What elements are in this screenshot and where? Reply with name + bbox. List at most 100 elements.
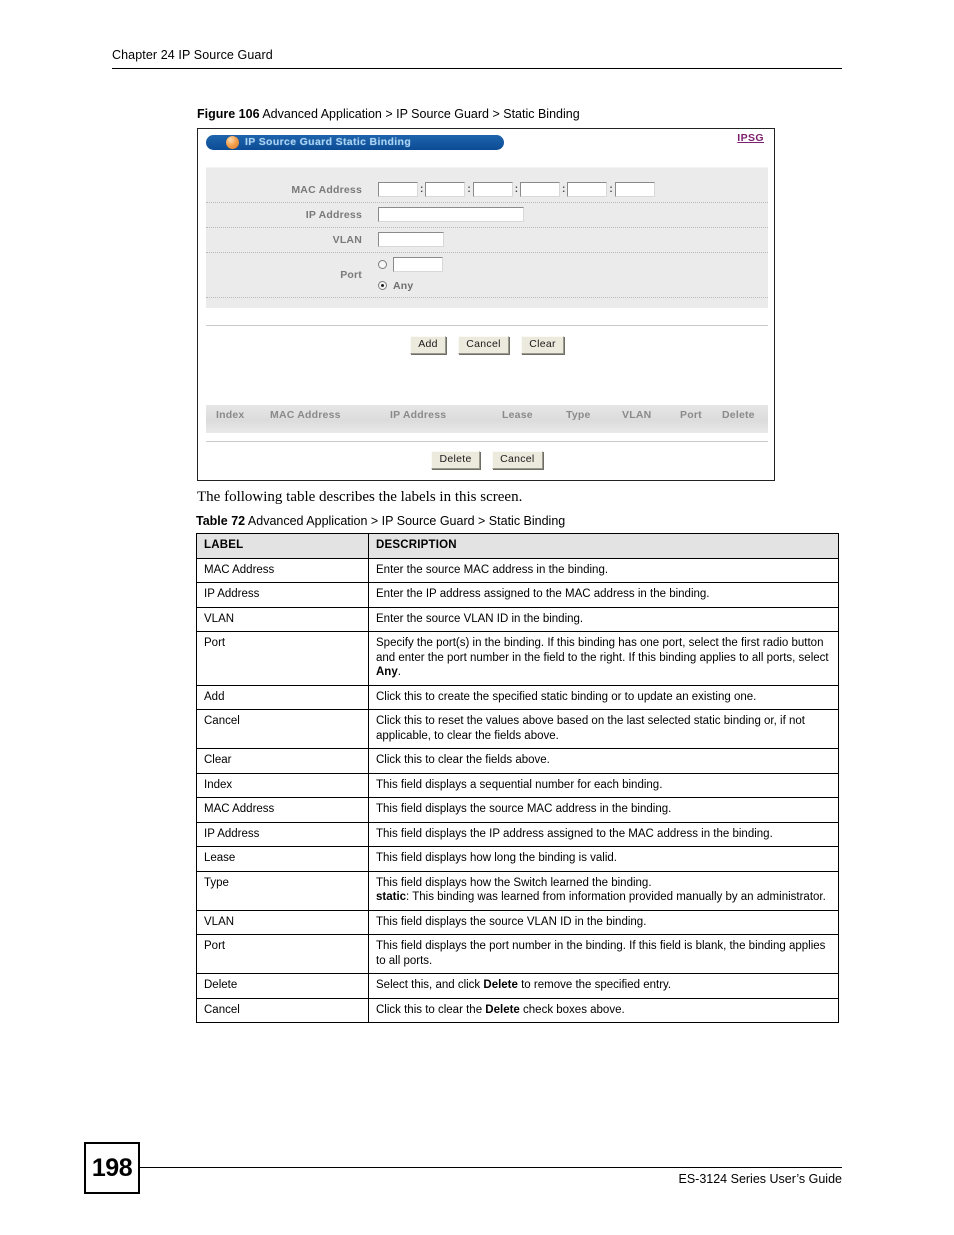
row-description: This field displays the port number in t… — [368, 934, 839, 974]
table-caption-label: Table 72 — [196, 514, 246, 528]
table-row: VLAN This field displays the source VLAN … — [196, 909, 839, 935]
mac-address-inputs: ::::: — [378, 178, 768, 202]
port-any-radio-icon[interactable] — [378, 281, 387, 290]
field-row-port: Port Any — [206, 253, 768, 298]
table-row: MAC Address Enter the source MAC address … — [196, 557, 839, 583]
chapter-title: Chapter 24 IP Source Guard — [112, 48, 273, 62]
row-label: VLAN — [196, 909, 369, 935]
row-label: Port — [196, 934, 369, 974]
port-any-label: Any — [393, 279, 414, 292]
row-description: This field displays a sequential number … — [368, 772, 839, 798]
screen-titlebar: IP Source Guard Static Binding — [206, 135, 504, 150]
table-row: IP Address Enter the IP address assigned … — [196, 582, 839, 608]
row-description: Click this to clear the Delete check box… — [368, 997, 839, 1023]
ipsg-nav-link[interactable]: IPSG — [737, 132, 764, 144]
port-label: Port — [206, 269, 378, 281]
results-cancel-button[interactable]: Cancel — [492, 451, 543, 469]
header-description: DESCRIPTION — [368, 533, 839, 559]
ip-address-input[interactable] — [378, 207, 524, 223]
column-header-type: Type — [566, 408, 591, 421]
footer-divider — [140, 1167, 842, 1168]
port-control: Any — [378, 253, 768, 297]
field-row-mac-address: MAC Address ::::: — [206, 178, 768, 203]
mac-separator-2: : — [467, 184, 471, 196]
mac-octet-3-input[interactable] — [472, 182, 513, 198]
cancel-button[interactable]: Cancel — [458, 336, 509, 354]
row-description: Click this to reset the values above bas… — [368, 709, 839, 749]
clear-button[interactable]: Clear — [521, 336, 564, 354]
row-description: This field displays how the Switch learn… — [368, 870, 839, 911]
row-label: Cancel — [196, 709, 369, 749]
table-row: Type This field displays how the Switch l… — [196, 870, 839, 911]
form-button-bar: Add Cancel Clear — [206, 334, 768, 354]
row-description: Click this to create the specified stati… — [368, 684, 839, 710]
table-row: Cancel Click this to reset the values abo… — [196, 709, 839, 749]
row-label: Index — [196, 772, 369, 798]
mac-octet-5-input[interactable] — [567, 182, 608, 198]
table-header-row: LABEL DESCRIPTION — [196, 533, 839, 559]
table-row: IP Address This field displays the IP add… — [196, 821, 839, 847]
column-header-vlan: VLAN — [622, 408, 652, 421]
page-number: 198 — [84, 1142, 140, 1194]
bindings-table-header: Index MAC Address IP Address Lease Type … — [206, 405, 768, 433]
row-description: Enter the source VLAN ID in the binding. — [368, 606, 839, 632]
mac-octet-1-input[interactable] — [378, 182, 418, 198]
column-header-mac-address: MAC Address — [270, 408, 341, 421]
row-label: Clear — [196, 748, 369, 774]
header-label: LABEL — [196, 533, 369, 559]
delete-button[interactable]: Delete — [431, 451, 480, 469]
row-description: This field displays how long the binding… — [368, 846, 839, 872]
vlan-input[interactable] — [378, 232, 444, 248]
table-row: Add Click this to create the specified st… — [196, 684, 839, 710]
table-row: Port This field displays the port number … — [196, 934, 839, 974]
table-body: MAC Address Enter the source MAC address … — [196, 557, 839, 1023]
row-description: This field displays the IP address assig… — [368, 821, 839, 847]
figure-caption-label: Figure 106 — [197, 107, 260, 121]
row-description: Select this, and click Delete to remove … — [368, 973, 839, 999]
mac-separator-5: : — [609, 184, 613, 196]
mac-octet-2-input[interactable] — [425, 182, 466, 198]
table-row: Cancel Click this to clear the Delete che… — [196, 997, 839, 1023]
row-description: This field displays the source MAC addre… — [368, 797, 839, 823]
mac-separator-3: : — [514, 184, 519, 196]
column-header-delete: Delete — [722, 408, 755, 421]
row-label: MAC Address — [196, 557, 369, 583]
row-description: Enter the IP address assigned to the MAC… — [368, 582, 839, 608]
table-row: MAC Address This field displays the sourc… — [196, 797, 839, 823]
header-divider — [112, 68, 842, 69]
port-any-option[interactable]: Any — [378, 277, 768, 294]
row-description: Click this to clear the fields above. — [368, 748, 839, 774]
row-label: Delete — [196, 973, 369, 999]
ip-address-label: IP Address — [206, 209, 378, 221]
table-row: Lease This field displays how long the bi… — [196, 846, 839, 872]
vlan-label: VLAN — [206, 234, 378, 246]
row-description: This field displays the source VLAN ID i… — [368, 909, 839, 935]
row-label: Cancel — [196, 997, 369, 1023]
lead-sentence: The following table describes the labels… — [197, 489, 523, 505]
mac-octet-4-input[interactable] — [520, 182, 561, 198]
column-header-ip-address: IP Address — [390, 408, 447, 421]
field-row-vlan: VLAN — [206, 228, 768, 253]
field-row-ip-address: IP Address — [206, 203, 768, 228]
screenshot-frame: IP Source Guard Static Binding IPSG MAC … — [197, 128, 775, 481]
port-specific-option[interactable] — [378, 256, 768, 273]
mac-separator-4: : — [562, 184, 566, 196]
mac-octet-6-input[interactable] — [614, 182, 655, 198]
table-row: Port Specify the port(s) in the binding. … — [196, 631, 839, 686]
guide-title: ES-3124 Series User’s Guide — [678, 1172, 842, 1186]
form-divider — [206, 325, 768, 326]
table-caption-text: Advanced Application > IP Source Guard >… — [247, 514, 566, 528]
ip-address-control — [378, 203, 768, 227]
figure-106: Figure 106 Advanced Application > IP Sou… — [197, 107, 847, 481]
row-label: IP Address — [196, 821, 369, 847]
table-row: VLAN Enter the source VLAN ID in the bind… — [196, 606, 839, 632]
port-number-input[interactable] — [393, 257, 443, 272]
add-button[interactable]: Add — [410, 336, 446, 354]
vlan-control — [378, 228, 768, 252]
mac-separator-1: : — [420, 184, 424, 196]
mac-address-label: MAC Address — [206, 184, 378, 196]
table-row: Delete Select this, and click Delete to r… — [196, 973, 839, 999]
port-specific-radio-icon[interactable] — [378, 260, 387, 269]
table-row: Clear Click this to clear the fields abov… — [196, 748, 839, 774]
figure-caption-text: Advanced Application > IP Source Guard >… — [262, 107, 580, 121]
